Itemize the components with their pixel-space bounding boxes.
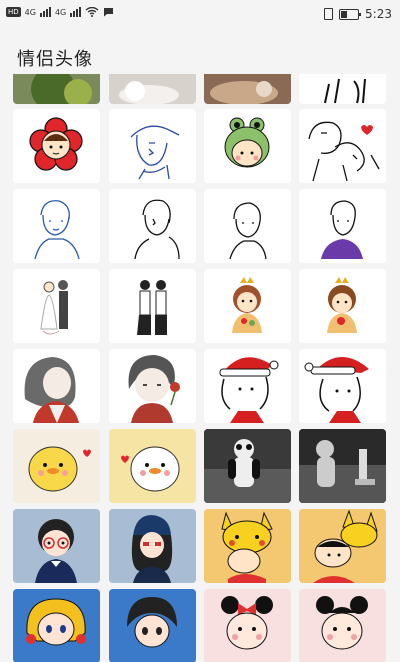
avatar-couple-top-3[interactable] (204, 74, 291, 104)
avatar-boy-with-rose[interactable] (109, 349, 196, 423)
avatar-sketch-small-boy[interactable] (204, 189, 291, 263)
avatar-dark-hair-boy[interactable] (109, 589, 196, 662)
vibrate-icon (324, 8, 334, 20)
avatar-panda-costume[interactable] (204, 429, 291, 503)
avatar-couple-top-1[interactable] (13, 74, 100, 104)
avatar-sketch-boy-cap[interactable] (109, 109, 196, 183)
signal-icon (39, 7, 51, 17)
avatar-glasses-boy[interactable] (13, 509, 100, 583)
page-title: 情侣头像 (17, 49, 93, 70)
avatar-crown-girl[interactable] (204, 269, 291, 343)
avatar-red-flower-girl[interactable] (13, 109, 100, 183)
message-icon (104, 8, 114, 17)
avatar-couple-standing[interactable] (109, 269, 196, 343)
avatar-couple-top-2[interactable] (109, 74, 196, 104)
avatar-crown-boy[interactable] (299, 269, 386, 343)
avatar-beanie-girl[interactable] (109, 509, 196, 583)
avatar-grey-hair-girl[interactable] (13, 349, 100, 423)
avatar-pikachu-shinchan-2[interactable] (299, 509, 386, 583)
network-label-2: 4G (54, 7, 67, 17)
avatar-frog-hat-kid[interactable] (204, 109, 291, 183)
avatar-sketch-profile[interactable] (109, 189, 196, 263)
avatar-pikachu-shinchan[interactable] (204, 509, 291, 583)
clock: 5:23 (365, 7, 392, 21)
network-label-1: 4G (24, 7, 36, 17)
avatar-yellow-chick[interactable] (13, 429, 100, 503)
avatar-santa-hat-girl-2[interactable] (299, 349, 386, 423)
avatar-santa-hat-girl[interactable] (204, 349, 291, 423)
hd-badge: HD (6, 7, 21, 17)
avatar-grey-costume[interactable] (299, 429, 386, 503)
avatar-purple-shirt-boy[interactable] (299, 189, 386, 263)
battery-icon (339, 8, 362, 20)
signal-icon-2 (70, 7, 82, 17)
avatar-couple-top-4[interactable] (299, 74, 386, 104)
avatar-minnie-girl[interactable] (204, 589, 291, 662)
avatar-white-chick[interactable] (109, 429, 196, 503)
status-bar: HD 4G 4G 5:23 (0, 0, 400, 28)
avatar-wedding-couple[interactable] (13, 269, 100, 343)
wifi-icon (85, 7, 99, 17)
avatar-blonde-girl[interactable] (13, 589, 100, 662)
avatar-sketch-couple-hug[interactable] (299, 109, 386, 183)
avatar-mickey-girl[interactable] (299, 589, 386, 662)
avatar-grid (13, 74, 387, 662)
avatar-blue-sketch-boy[interactable] (13, 189, 100, 263)
